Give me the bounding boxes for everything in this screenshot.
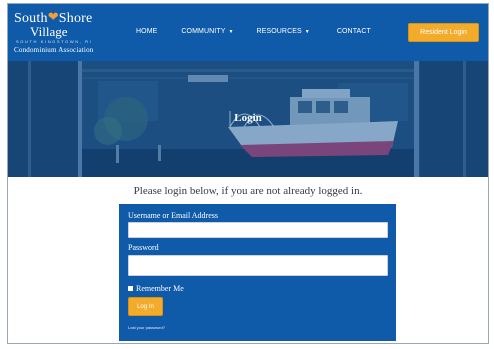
remember-me-checkbox[interactable] xyxy=(128,286,133,291)
password-label: Password xyxy=(128,243,159,252)
nav-item-label: CONTACT xyxy=(336,28,371,35)
username-label: Username or Email Address xyxy=(128,211,218,220)
login-form: Username or Email Address Password Remem… xyxy=(119,204,396,341)
page-title: Login xyxy=(234,112,262,124)
login-intro-text: Please login below, if you are not alrea… xyxy=(133,185,363,197)
remember-me-row: Remember Me xyxy=(128,284,184,293)
log-in-button[interactable]: Log In xyxy=(128,297,163,316)
username-input[interactable] xyxy=(128,222,388,238)
main-nav: HOME COMMUNITY ▼ RESOURCES ▼ CONTACT xyxy=(136,28,371,35)
chevron-down-icon: ▼ xyxy=(228,28,234,35)
nav-item-label: HOME xyxy=(136,28,158,35)
lost-password-link[interactable]: Lost your password? xyxy=(128,325,165,330)
heart-icon: ❤ xyxy=(47,9,59,24)
nav-item-home[interactable]: HOME xyxy=(136,28,157,35)
logo-subtitle: Village xyxy=(30,24,68,39)
page-frame: South❤Shore Village SOUTH KINGSTOWN, RI … xyxy=(7,3,489,344)
nav-item-label: RESOURCES xyxy=(256,28,302,35)
hero-banner: Login xyxy=(8,61,488,177)
nav-item-contact[interactable]: CONTACT xyxy=(337,28,371,35)
nav-item-label: COMMUNITY xyxy=(181,28,226,35)
logo-location: SOUTH KINGSTOWN, RI xyxy=(16,39,93,44)
site-header: South❤Shore Village SOUTH KINGSTOWN, RI … xyxy=(8,4,488,61)
password-input[interactable] xyxy=(128,255,388,276)
resident-login-button[interactable]: Resident Login xyxy=(408,23,479,42)
nav-item-resources[interactable]: RESOURCES ▼ xyxy=(257,28,310,35)
logo-association: Condominium Association xyxy=(14,46,94,54)
site-logo[interactable]: South❤Shore Village SOUTH KINGSTOWN, RI … xyxy=(14,9,112,56)
nav-item-community[interactable]: COMMUNITY ▼ xyxy=(181,28,233,35)
chevron-down-icon: ▼ xyxy=(304,28,310,35)
remember-me-label[interactable]: Remember Me xyxy=(136,284,184,293)
